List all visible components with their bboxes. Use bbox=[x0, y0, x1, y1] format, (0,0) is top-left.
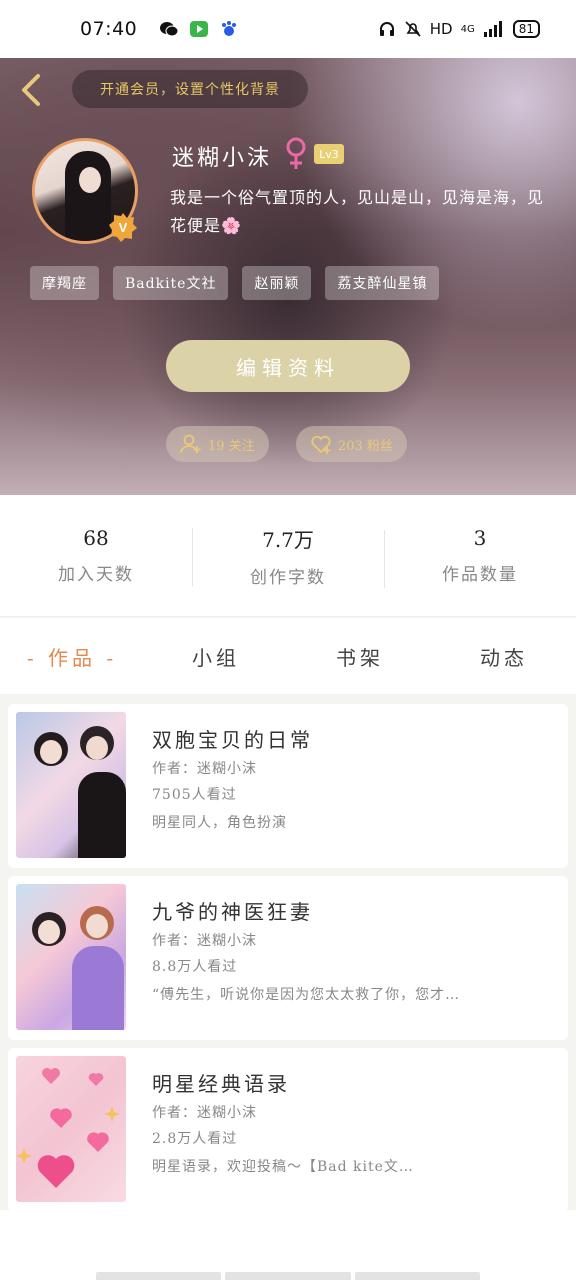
back-arrow-icon[interactable] bbox=[16, 72, 48, 108]
work-cover-image bbox=[16, 884, 126, 1030]
work-title: 明星经典语录 bbox=[152, 1072, 290, 1096]
stat-value: 3 bbox=[473, 526, 487, 550]
profile-tabs: - 作品 - 小组 书架 动态 bbox=[0, 618, 576, 694]
headphones-icon bbox=[379, 22, 394, 36]
work-views: 7505人看过 bbox=[152, 787, 237, 803]
stat-label: 作品数量 bbox=[442, 565, 518, 585]
mute-bell-icon bbox=[405, 21, 421, 37]
status-bar: 07:40 HD 4G 81 bbox=[0, 0, 576, 58]
work-card[interactable]: 明星经典语录 作者：迷糊小沫 2.8万人看过 明星语录，欢迎投稿～【Bad ki… bbox=[8, 1048, 568, 1212]
verified-v-icon: V bbox=[109, 213, 137, 242]
bottom-handle-segment bbox=[354, 1272, 480, 1280]
vip-banner[interactable]: 开通会员，设置个性化背景 bbox=[72, 70, 308, 108]
work-views: 8.8万人看过 bbox=[152, 959, 238, 975]
stat-word-count: 7.7万 创作字数 bbox=[192, 524, 384, 588]
heart-plus-icon bbox=[311, 435, 331, 454]
work-description: 明星同人，角色扮演 bbox=[152, 815, 287, 831]
wechat-icon bbox=[160, 22, 179, 37]
stats-bar: 68 加入天数 7.7万 创作字数 3 作品数量 bbox=[0, 495, 576, 617]
avatar-face bbox=[79, 167, 101, 193]
works-list: 双胞宝贝的日常 作者：迷糊小沫 7505人看过 明星同人，角色扮演 九爷的神医狂… bbox=[8, 704, 568, 1220]
work-cover-image bbox=[16, 1056, 126, 1202]
work-title: 双胞宝贝的日常 bbox=[152, 728, 313, 752]
female-icon bbox=[286, 137, 306, 169]
bio-text: 我是一个俗气置顶的人，见山是山，见海是海，见花便是🌸 bbox=[170, 188, 545, 235]
avatar-hair bbox=[65, 151, 111, 241]
tab-works[interactable]: - 作品 - bbox=[0, 642, 144, 671]
battery-indicator: 81 bbox=[512, 20, 540, 38]
baidu-icon bbox=[222, 21, 237, 36]
hearts-cover-graphic bbox=[16, 1068, 120, 1188]
add-user-icon bbox=[180, 434, 201, 454]
work-views: 2.8万人看过 bbox=[152, 1131, 238, 1147]
signal-label: 4G bbox=[460, 23, 475, 35]
tag-item[interactable]: 摩羯座 bbox=[30, 266, 99, 300]
edit-profile-button[interactable]: 编辑资料 bbox=[166, 340, 410, 392]
bottom-spacer bbox=[0, 1210, 576, 1280]
status-app-icons bbox=[149, 20, 239, 38]
profile-header: 开通会员，设置个性化背景 V 迷糊小沫 Lv3 我是一个俗气置顶的人，见山是山，… bbox=[0, 58, 576, 495]
tab-bookshelf[interactable]: 书架 bbox=[288, 642, 432, 671]
bottom-handle bbox=[96, 1272, 480, 1280]
network-label: HD bbox=[429, 20, 453, 38]
tag-list: 摩羯座 Badkite文社 赵丽颖 荔支醉仙星镇 bbox=[30, 266, 440, 300]
work-author: 作者：迷糊小沫 bbox=[152, 761, 257, 777]
svg-text:V: V bbox=[119, 220, 128, 235]
work-author: 作者：迷糊小沫 bbox=[152, 933, 257, 949]
work-description: “傅先生，听说你是因为您太太救了你，您才… bbox=[152, 987, 461, 1003]
work-title: 九爷的神医狂妻 bbox=[152, 900, 313, 924]
followers-button[interactable]: 203 粉丝 bbox=[296, 426, 407, 462]
work-description: 明星语录，欢迎投稿～【Bad kite文… bbox=[152, 1159, 414, 1175]
bottom-handle-segment bbox=[96, 1272, 222, 1280]
stat-label: 加入天数 bbox=[58, 565, 134, 585]
stat-works-count: 3 作品数量 bbox=[384, 526, 576, 588]
stat-join-days: 68 加入天数 bbox=[0, 526, 192, 585]
stat-value: 7.7万 bbox=[262, 527, 314, 552]
status-right: HD 4G 81 bbox=[378, 20, 540, 38]
stat-value: 68 bbox=[83, 526, 109, 550]
signal-bars-icon bbox=[483, 21, 502, 37]
tag-item[interactable]: 荔支醉仙星镇 bbox=[325, 266, 440, 300]
work-author: 作者：迷糊小沫 bbox=[152, 1105, 257, 1121]
stat-label: 创作字数 bbox=[250, 567, 326, 588]
video-app-icon bbox=[190, 21, 209, 37]
work-card[interactable]: 双胞宝贝的日常 作者：迷糊小沫 7505人看过 明星同人，角色扮演 bbox=[8, 704, 568, 868]
followers-label: 203 粉丝 bbox=[338, 438, 393, 454]
tab-groups[interactable]: 小组 bbox=[144, 642, 288, 671]
bottom-handle-segment bbox=[225, 1272, 351, 1280]
tab-activity[interactable]: 动态 bbox=[432, 642, 576, 671]
status-time: 07:40 bbox=[80, 18, 138, 40]
following-label: 19 关注 bbox=[208, 438, 255, 454]
username: 迷糊小沫 bbox=[172, 146, 273, 171]
work-card[interactable]: 九爷的神医狂妻 作者：迷糊小沫 8.8万人看过 “傅先生，听说你是因为您太太救了… bbox=[8, 876, 568, 1040]
work-cover-image bbox=[16, 712, 126, 858]
tag-item[interactable]: Badkite文社 bbox=[113, 266, 229, 300]
tag-item[interactable]: 赵丽颖 bbox=[242, 266, 312, 300]
level-badge: Lv3 bbox=[314, 144, 344, 164]
following-button[interactable]: 19 关注 bbox=[166, 426, 269, 462]
